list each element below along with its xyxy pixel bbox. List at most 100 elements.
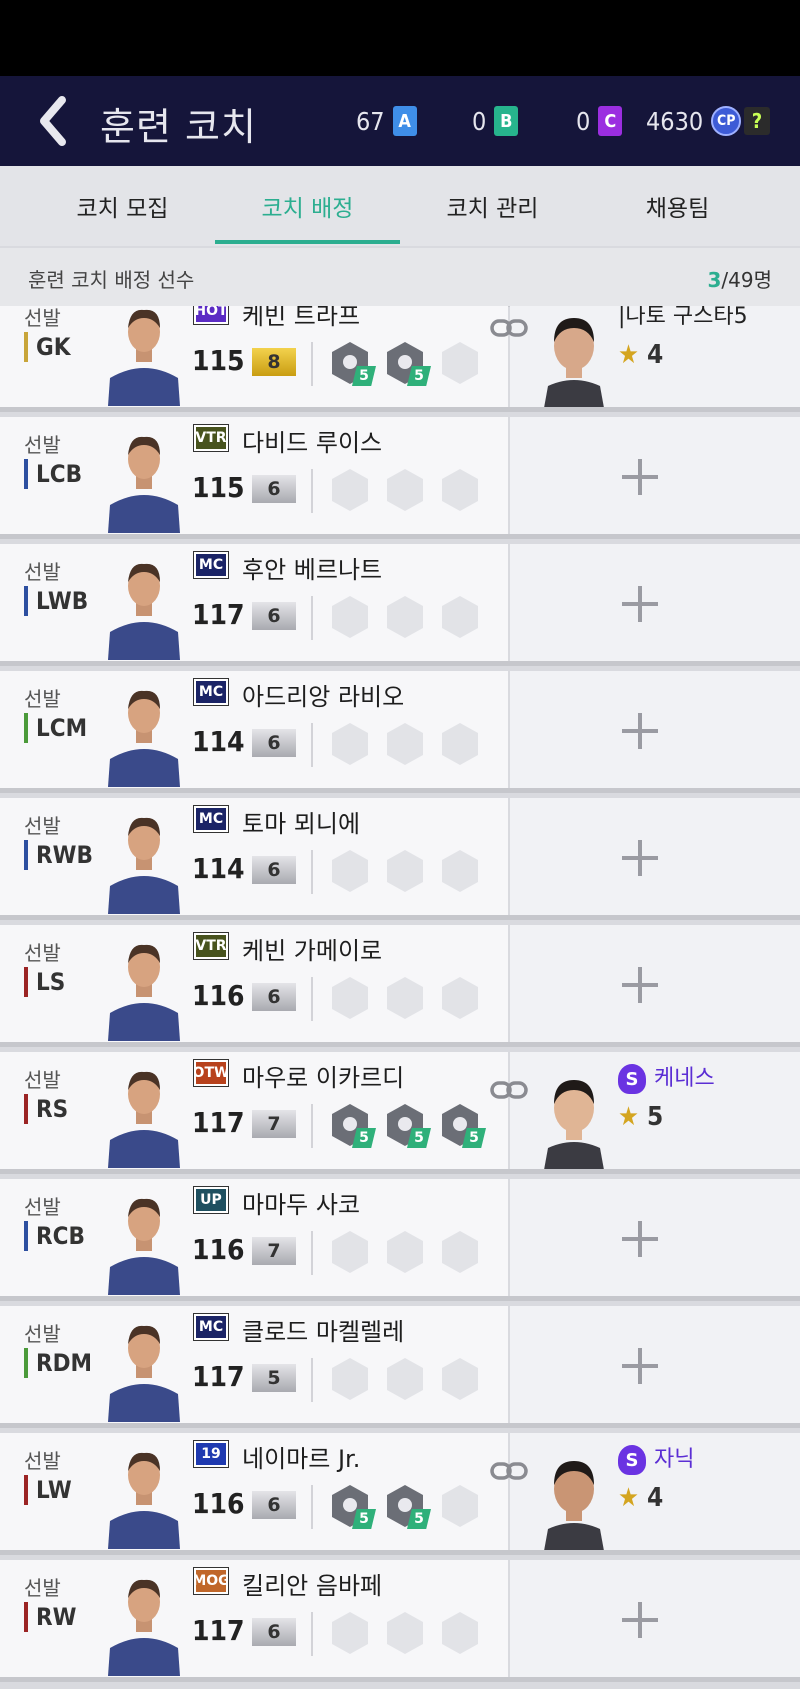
player-row: 선발 LS VTR 케빈 가메이로 116 6 (0, 925, 800, 1047)
player-panel[interactable]: 선발 RWB MC 토마 뫼니에 114 6 (0, 798, 508, 920)
player-panel[interactable]: 선발 GK HOT 케빈 트라프 115 8 5 5 (0, 306, 508, 412)
player-portrait (94, 677, 194, 787)
glove-skill-icon: 5 (330, 340, 376, 386)
player-row: 선발 RDM MC 클로드 마켈렐레 117 5 (0, 1306, 800, 1428)
empty-skill-slot (385, 721, 425, 767)
divider (311, 596, 313, 640)
divider (311, 850, 313, 894)
empty-skill-slot (385, 975, 425, 1021)
enhance-grade-badge: 6 (252, 475, 296, 503)
assigned-count-value: 3 (707, 268, 722, 292)
plus-icon[interactable] (610, 701, 670, 761)
row-separator (0, 661, 800, 666)
empty-skill-slot (385, 1610, 425, 1656)
s-grade-icon: S (618, 1064, 646, 1094)
enhance-grade-badge: 8 (252, 348, 296, 376)
tab-coach-recruit[interactable]: 코치 모집 (30, 166, 215, 246)
player-portrait (94, 1185, 194, 1295)
enhance-grade-badge: 6 (252, 1618, 296, 1646)
row-separator (0, 788, 800, 793)
plus-icon[interactable] (610, 447, 670, 507)
cp-icon: CP (711, 106, 742, 136)
player-row: 선발 RW MOG 킬리안 음바페 117 6 (0, 1560, 800, 1682)
lineup-status: 선발 (24, 687, 61, 711)
coach-name: |나토 구스타5 (618, 306, 748, 330)
plus-icon[interactable] (610, 828, 670, 888)
player-name: 후안 베르나트 (242, 556, 383, 584)
player-row: 선발 LCM MC 아드리앙 라비오 114 6 (0, 671, 800, 793)
player-panel[interactable]: 선발 LWB MC 후안 베르나트 117 6 (0, 544, 508, 666)
tab-coach-manage[interactable]: 코치 관리 (400, 166, 585, 246)
top-bar: 훈련 코치 67 A 0 B 0 C 4630 CP ? (0, 76, 800, 166)
plus-icon[interactable] (610, 574, 670, 634)
enhance-grade-badge: 6 (252, 983, 296, 1011)
currency-b-icon: B (494, 106, 519, 136)
overall-rating: 116 (192, 1487, 245, 1520)
player-row: 선발 RCB UP 마마두 사코 116 7 (0, 1179, 800, 1301)
link-chain-icon (490, 1459, 528, 1483)
plus-icon[interactable] (610, 955, 670, 1015)
coach-name-text: |나토 구스타5 (618, 306, 748, 329)
assigned-count-total: /49명 (721, 268, 772, 292)
enhance-grade-badge: 6 (252, 1491, 296, 1519)
season-badge: OTW (193, 1059, 229, 1087)
empty-skill-slot (440, 1483, 480, 1529)
lineup-status: 선발 (24, 433, 61, 457)
player-portrait (94, 1566, 194, 1676)
list-header: 훈련 코치 배정 선수 3/49명 (0, 248, 800, 307)
tab-hiring-team[interactable]: 채용팀 (585, 166, 770, 246)
player-name: 네이마르 Jr. (242, 1445, 361, 1473)
list-header-label: 훈련 코치 배정 선수 (28, 268, 195, 292)
overall-rating: 116 (192, 1233, 245, 1266)
season-badge: VTR (193, 932, 229, 960)
player-panel[interactable]: 선발 LCB VTR 다비드 루이스 115 6 (0, 417, 508, 539)
overall-rating: 117 (192, 1360, 245, 1393)
tab-coach-assign[interactable]: 코치 배정 (215, 166, 400, 246)
enhance-grade-badge: 6 (252, 602, 296, 630)
hand-skill-icon: 5 (385, 340, 431, 386)
player-panel[interactable]: 선발 LCM MC 아드리앙 라비오 114 6 (0, 671, 508, 793)
currency-c-amount: 0 (576, 106, 591, 136)
position-label: LWB (24, 586, 88, 616)
coach-name-text: 자닉 (654, 1447, 695, 1472)
divider (311, 723, 313, 767)
player-portrait (94, 1439, 194, 1549)
overall-rating: 114 (192, 852, 245, 885)
season-badge: HOT (193, 306, 229, 325)
lineup-status: 선발 (24, 814, 61, 838)
empty-skill-slot (440, 340, 480, 386)
plus-icon[interactable] (610, 1209, 670, 1269)
season-badge: MC (193, 805, 229, 833)
help-button[interactable]: ? (744, 107, 770, 135)
player-panel[interactable]: 선발 RCB UP 마마두 사코 116 7 (0, 1179, 508, 1301)
plus-icon[interactable] (610, 1336, 670, 1396)
divider (311, 1358, 313, 1402)
player-panel[interactable]: 선발 LW 19 네이마르 Jr. 116 6 5 5 (0, 1433, 508, 1555)
divider (311, 1104, 313, 1148)
row-separator (0, 915, 800, 920)
player-panel[interactable]: 선발 LS VTR 케빈 가메이로 116 6 (0, 925, 508, 1047)
player-panel[interactable]: 선발 RS OTW 마우로 이카르디 117 7 5 5 5 (0, 1052, 508, 1174)
row-separator (0, 534, 800, 539)
player-panel[interactable]: 선발 RW MOG 킬리안 음바페 117 6 (0, 1560, 508, 1682)
player-row: 선발 LWB MC 후안 베르나트 117 6 (0, 544, 800, 666)
help-button-wrap: ? (744, 104, 770, 138)
overall-rating: 115 (192, 344, 245, 377)
season-badge: MC (193, 551, 229, 579)
player-panel[interactable]: 선발 RDM MC 클로드 마켈렐레 117 5 (0, 1306, 508, 1428)
tab-bar: 코치 모집 코치 배정 코치 관리 채용팀 (0, 166, 800, 246)
row-separator (0, 1550, 800, 1555)
coach-portrait (540, 1062, 608, 1170)
currency-c-icon: C (598, 106, 623, 136)
back-arrow-icon[interactable] (34, 96, 74, 146)
plus-icon[interactable] (610, 1590, 670, 1650)
enhance-grade-badge: 5 (252, 1364, 296, 1392)
lineup-status: 선발 (24, 1322, 61, 1346)
player-name: 아드리앙 라비오 (242, 683, 405, 711)
dribble-skill-icon: 5 (330, 1483, 376, 1529)
empty-skill-slot (385, 848, 425, 894)
link-chain-icon (490, 1078, 528, 1102)
coach-stars: ★ 5 (618, 1102, 663, 1132)
lineup-status: 선발 (24, 1195, 61, 1219)
currency-c: 0 C (576, 104, 623, 138)
